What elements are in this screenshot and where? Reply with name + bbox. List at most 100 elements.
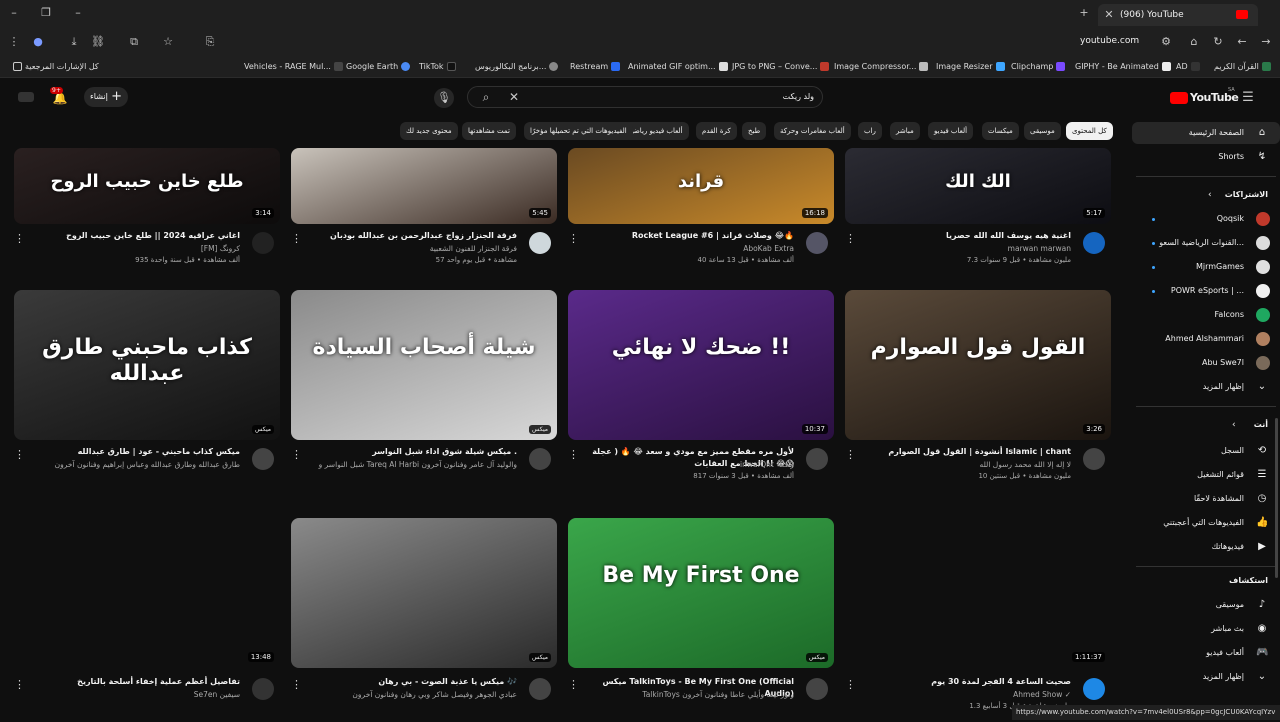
more-options-icon[interactable]: ⋮: [291, 448, 302, 461]
channel-name[interactable]: marwan marwan: [851, 244, 1071, 253]
link-icon[interactable]: ⛓: [90, 34, 106, 50]
video-card[interactable]: 5:45 فرقة الجنزار زواج عبدالرحمن بن عبدال…: [291, 148, 557, 276]
youtube-logo[interactable]: YouTube SA: [1170, 87, 1239, 107]
profile-icon[interactable]: ●: [30, 34, 46, 50]
more-options-icon[interactable]: ⋮: [845, 448, 856, 461]
hamburger-menu-icon[interactable]: ☰: [1240, 90, 1256, 106]
url-text[interactable]: youtube.com: [1080, 36, 1139, 46]
more-options-icon[interactable]: ⋮: [568, 448, 579, 461]
site-settings-icon[interactable]: ⚙: [1158, 34, 1174, 50]
channel-avatar[interactable]: [806, 232, 828, 254]
channel-name[interactable]: عبادي الجوهر وفيصل شاكر وبي رهان وفنانون…: [297, 690, 517, 699]
channel-name[interactable]: inwafQht ✓رافـ: [574, 460, 794, 469]
chip[interactable]: راب: [858, 122, 882, 140]
channel-name[interactable]: TalkinToys ونور ليث وأيلي عاطا وفنانون آ…: [574, 690, 794, 699]
chip[interactable]: الفيديوهات التي تم تحميلها مؤخرًا: [524, 122, 633, 140]
sidebar-item-you[interactable]: المشاهدة لاحقًا ◷: [1132, 488, 1280, 510]
you-header[interactable]: أنت ‹: [1132, 414, 1280, 436]
forward-icon[interactable]: ←: [1234, 34, 1250, 50]
channel-avatar[interactable]: [529, 232, 551, 254]
new-tab-icon[interactable]: +: [1076, 5, 1092, 21]
subscriptions-header[interactable]: الاشتراكات ‹: [1132, 184, 1280, 206]
channel-name[interactable]: AboKab Extra: [574, 244, 794, 253]
video-thumbnail[interactable]: طلع خاين حبيب الروح 3:14: [14, 148, 280, 224]
home-icon[interactable]: ⌂: [1186, 34, 1202, 50]
more-options-icon[interactable]: ⋮: [291, 678, 302, 691]
video-title[interactable]: اغنية هيه يوسف الله الله حصريا: [851, 230, 1071, 242]
extensions-icon[interactable]: ⧉: [126, 34, 142, 50]
more-options-icon[interactable]: ⋮: [568, 678, 579, 691]
sidebar-item-subscription[interactable]: Falcons: [1132, 304, 1280, 326]
back-icon[interactable]: →: [1258, 34, 1274, 50]
channel-avatar[interactable]: [806, 448, 828, 470]
video-card[interactable]: Be My First One ميكس ميكس TalkinToys - Be …: [568, 518, 834, 722]
sidebar-item-subscription[interactable]: Qoqsik: [1132, 208, 1280, 230]
bookmark-item[interactable]: JPG to PNG – Conve...: [732, 56, 832, 78]
sidebar-item-explore[interactable]: إظهار المزيد ⌄: [1132, 666, 1280, 688]
more-options-icon[interactable]: ⋮: [14, 678, 25, 691]
channel-avatar[interactable]: [1083, 678, 1105, 700]
bookmark-star-icon[interactable]: ☆: [160, 34, 176, 50]
video-thumbnail[interactable]: ضحك لا نهائي !! 10:37: [568, 290, 834, 440]
bookmark-item[interactable]: TikTok: [419, 56, 459, 78]
video-card[interactable]: القول قول الصوارم 3:26 أنشودة | القول قول …: [845, 290, 1111, 492]
chip[interactable]: موسيقى: [1024, 122, 1061, 140]
video-card[interactable]: كذاب ماحبني طارق عبدالله ميكس ميكس كذاب ما…: [14, 290, 280, 492]
video-title[interactable]: فرقة الجنزار زواج عبدالرحمن بن عبدالله ب…: [297, 230, 517, 242]
channel-avatar[interactable]: [529, 448, 551, 470]
channel-name[interactable]: فرقة الجنزار للفنون الشعبية: [297, 244, 517, 253]
sidebar-item-subscription[interactable]: MjrmGames: [1132, 256, 1280, 278]
video-card[interactable]: طلع خاين حبيب الروح 3:14 اغاني عراقيه 2024…: [14, 148, 280, 276]
chip[interactable]: تمت مشاهدتها: [462, 122, 516, 140]
minimize-icon[interactable]: –: [6, 5, 22, 21]
bookmark-item[interactable]: برنامج البكالوريوس...: [475, 56, 561, 78]
video-card[interactable]: ميكس ميكس يا عذبة الصوت - بي رهان 🎶 عبادي …: [291, 518, 557, 722]
video-thumbnail[interactable]: 1:11:37: [845, 518, 1111, 668]
channel-name[interactable]: Se7en سيفين: [20, 690, 240, 699]
reload-icon[interactable]: ↻: [1210, 34, 1226, 50]
bookmark-item[interactable]: القرآن الكريم: [1214, 56, 1274, 78]
sidebar-item-subscription[interactable]: POWR eSports | ...: [1132, 280, 1280, 302]
video-card[interactable]: قراند 16:18 Rocket League #6 | وصلات قراند…: [568, 148, 834, 276]
sidebar-item-shorts[interactable]: Shorts ↯: [1132, 146, 1280, 168]
video-card[interactable]: ضحك لا نهائي !! 10:37 لأول مره مقطع مميز م…: [568, 290, 834, 492]
bookmark-item[interactable]: Clipchamp: [1011, 56, 1068, 78]
more-options-icon[interactable]: ⋮: [845, 232, 856, 245]
channel-name[interactable]: [FM] كرونگ: [20, 244, 240, 253]
search-icon[interactable]: ⌕: [478, 89, 494, 105]
more-options-icon[interactable]: ⋮: [845, 678, 856, 691]
more-options-icon[interactable]: ⋮: [291, 232, 302, 245]
channel-avatar[interactable]: [1083, 232, 1105, 254]
video-thumbnail[interactable]: ميكس: [291, 518, 557, 668]
sidebar-item-explore[interactable]: موسيقى ♪: [1132, 594, 1280, 616]
chip[interactable]: كرة القدم: [696, 122, 737, 140]
bookmark-item[interactable]: Animated GIF optim...: [628, 56, 731, 78]
video-thumbnail[interactable]: قراند 16:18: [568, 148, 834, 224]
close-tab-icon[interactable]: ✕: [1102, 7, 1116, 23]
create-button[interactable]: إنشاء +: [84, 87, 128, 107]
sidebar-item-explore[interactable]: بث مباشر ◉: [1132, 618, 1280, 640]
video-title[interactable]: اغاني عراقيه 2024 || طلع خاين حبيب الروح: [20, 230, 240, 242]
video-title[interactable]: ميكس شيلة شوق اداء شبل النواسر .: [297, 446, 517, 458]
chip[interactable]: طبخ: [742, 122, 767, 140]
chip[interactable]: ألعاب مغامرات وحركة: [774, 122, 851, 140]
sidebar-item-you[interactable]: الفيديوهات التي أعجبتني 👍: [1132, 512, 1280, 534]
sidebar-item-you[interactable]: فيديوهاتك ▶: [1132, 536, 1280, 558]
search-input[interactable]: ولد ريكت: [783, 92, 814, 101]
chip[interactable]: ميكسات: [982, 122, 1019, 140]
video-card[interactable]: 1:11:37 صحيت الساعة 4 الفجر لمدة 30 يوم Ah…: [845, 518, 1111, 722]
video-title[interactable]: تفاصيل أعظم عملية إخفاء أسلحة بالتاريخ: [20, 676, 240, 688]
sidebar-item-subscription[interactable]: Abu Swe7l: [1132, 352, 1280, 374]
video-thumbnail[interactable]: 5:45: [291, 148, 557, 224]
video-title[interactable]: أنشودة | القول قول الصوارم Islamic | cha…: [851, 446, 1071, 458]
video-thumbnail[interactable]: كذاب ماحبني طارق عبدالله ميكس: [14, 290, 280, 440]
bookmark-item[interactable]: Google Earth: [346, 56, 413, 78]
video-card[interactable]: شيلة أصحاب السيادة ميكس ميكس شيلة شوق اداء…: [291, 290, 557, 492]
video-card[interactable]: الك الك 5:17 اغنية هيه يوسف الله الله حصري…: [845, 148, 1111, 276]
video-title[interactable]: ميكس يا عذبة الصوت - بي رهان 🎶: [297, 676, 517, 688]
channel-avatar[interactable]: [252, 232, 274, 254]
avatar[interactable]: [18, 92, 34, 102]
bookmark-item[interactable]: GIPHY - Be Animated: [1075, 56, 1174, 78]
restore-icon[interactable]: ❐: [38, 5, 54, 21]
channel-name[interactable]: Ahmed Show ✓: [851, 690, 1071, 699]
